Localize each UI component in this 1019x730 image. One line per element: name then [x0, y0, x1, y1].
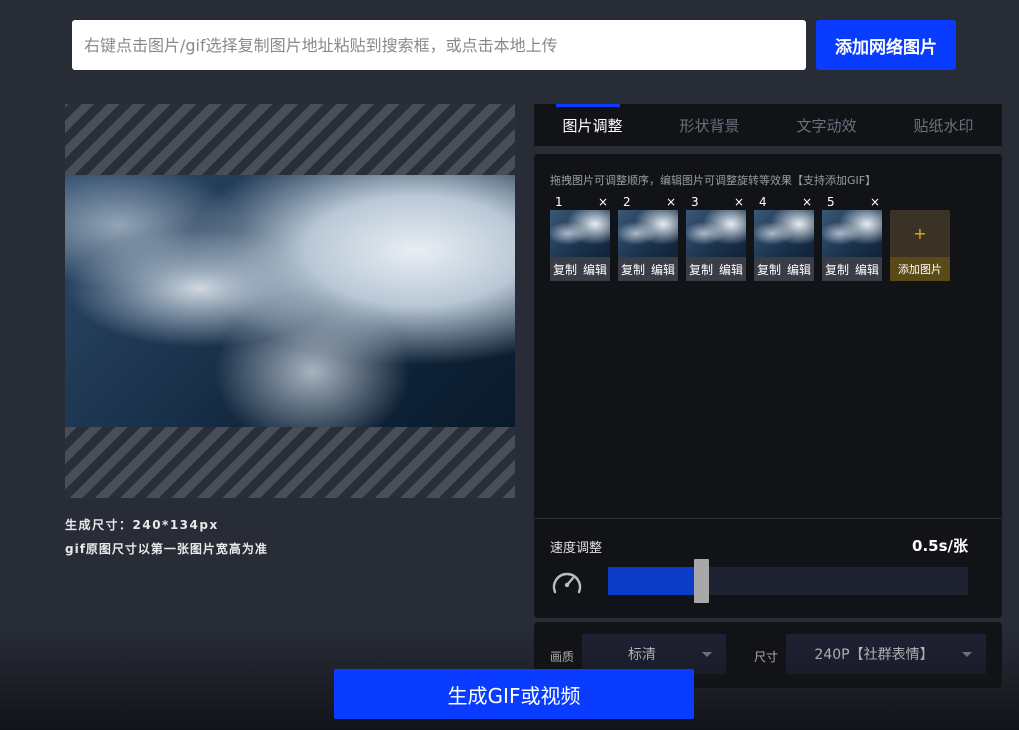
copy-frame-button[interactable]: 复制 — [621, 261, 645, 278]
preview-canvas — [65, 104, 515, 498]
edit-frame-button[interactable]: 编辑 — [787, 261, 811, 278]
frame-actions: 复制 编辑 — [686, 257, 746, 281]
add-image-label: 添加图片 — [890, 257, 950, 281]
frame-number: 4 — [759, 195, 767, 209]
remove-frame-button[interactable]: × — [598, 196, 608, 209]
frame-number: 3 — [691, 195, 699, 209]
frame-thumbnail[interactable] — [754, 210, 814, 257]
frame-actions: 复制 编辑 — [822, 257, 882, 281]
output-size-text: 生成尺寸：240*134px — [65, 518, 219, 532]
speed-slider[interactable] — [608, 559, 968, 603]
speedometer-icon — [552, 572, 582, 594]
copy-frame-button[interactable]: 复制 — [553, 261, 577, 278]
editor-tabs: 图片调整 形状背景 文字动效 贴纸水印 — [534, 104, 1002, 146]
speed-slider-handle[interactable] — [694, 559, 709, 603]
copy-frame-button[interactable]: 复制 — [757, 261, 781, 278]
chevron-down-icon — [962, 651, 972, 657]
add-network-image-button[interactable]: 添加网络图片 — [816, 20, 956, 70]
edit-frame-button[interactable]: 编辑 — [719, 261, 743, 278]
frame-thumbnail[interactable] — [550, 210, 610, 257]
frame-number: 2 — [623, 195, 631, 209]
frame-item[interactable]: 4 × 复制 编辑 — [754, 196, 814, 281]
preview-image — [65, 175, 515, 427]
frames-panel: 拖拽图片可调整顺序，编辑图片可调整旋转等效果【支持添加GIF】 1 × 复制 编… — [534, 154, 1002, 518]
tab-shape-background[interactable]: 形状背景 — [651, 104, 768, 146]
quality-value: 标清 — [628, 647, 656, 663]
output-size-note: gif原图尺寸以第一张图片宽高为准 — [65, 542, 268, 556]
frame-item[interactable]: 5 × 复制 编辑 — [822, 196, 882, 281]
frame-thumbnail[interactable] — [686, 210, 746, 257]
remove-frame-button[interactable]: × — [734, 196, 744, 209]
frame-number: 5 — [827, 195, 835, 209]
chevron-down-icon — [702, 651, 712, 657]
remove-frame-button[interactable]: × — [666, 196, 676, 209]
size-label: 尺寸 — [754, 650, 779, 664]
remove-frame-button[interactable]: × — [870, 196, 880, 209]
size-value: 240P【社群表情】 — [814, 647, 934, 663]
frame-thumbnail[interactable] — [822, 210, 882, 257]
copy-frame-button[interactable]: 复制 — [825, 261, 849, 278]
size-select[interactable]: 240P【社群表情】 — [786, 634, 986, 674]
speed-label: 速度调整 — [550, 541, 603, 556]
frame-thumbnail[interactable] — [618, 210, 678, 257]
tab-text-animation[interactable]: 文字动效 — [768, 104, 885, 146]
tab-image-adjust[interactable]: 图片调整 — [534, 104, 651, 146]
edit-frame-button[interactable]: 编辑 — [651, 261, 675, 278]
generate-gif-button[interactable]: 生成GIF或视频 — [334, 669, 694, 719]
quality-label: 画质 — [550, 650, 575, 664]
quality-select[interactable]: 标清 — [582, 634, 726, 674]
image-url-input[interactable] — [72, 20, 806, 70]
tab-sticker-watermark[interactable]: 贴纸水印 — [885, 104, 1002, 146]
frame-item[interactable]: 3 × 复制 编辑 — [686, 196, 746, 281]
frame-actions: 复制 编辑 — [754, 257, 814, 281]
frames-tip: 拖拽图片可调整顺序，编辑图片可调整旋转等效果【支持添加GIF】 — [550, 174, 877, 187]
edit-frame-button[interactable]: 编辑 — [855, 261, 879, 278]
add-image-button[interactable]: + 添加图片 — [890, 210, 950, 281]
frame-number: 1 — [555, 195, 563, 209]
remove-frame-button[interactable]: × — [802, 196, 812, 209]
edit-frame-button[interactable]: 编辑 — [583, 261, 607, 278]
speed-panel: 速度调整 0.5s/张 — [534, 518, 1002, 618]
copy-frame-button[interactable]: 复制 — [689, 261, 713, 278]
speed-slider-fill — [608, 567, 694, 595]
frame-actions: 复制 编辑 — [618, 257, 678, 281]
frame-item[interactable]: 2 × 复制 编辑 — [618, 196, 678, 281]
frame-actions: 复制 编辑 — [550, 257, 610, 281]
speed-value: 0.5s/张 — [912, 537, 968, 555]
frame-item[interactable]: 1 × 复制 编辑 — [550, 196, 610, 281]
plus-icon: + — [913, 224, 927, 243]
